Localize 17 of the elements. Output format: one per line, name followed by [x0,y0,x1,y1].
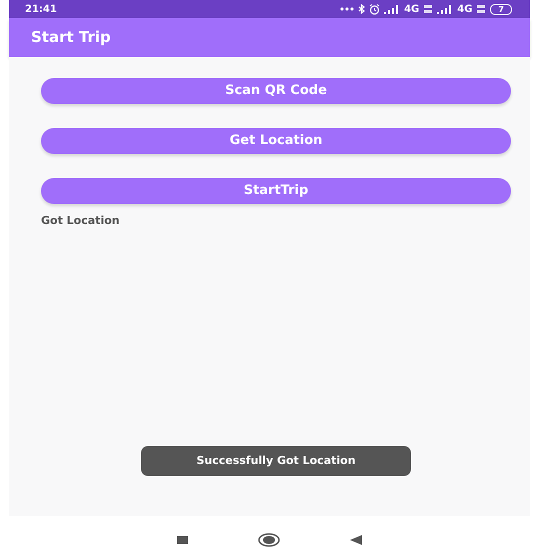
alarm-clock-icon [369,4,380,14]
toast-message: Successfully Got Location [141,446,411,476]
signal-icon [437,4,454,14]
signal-icon [384,4,400,14]
bluetooth-icon [358,4,366,14]
network-type: 4G [404,2,420,16]
more-dots-icon [340,7,354,11]
status-text: Got Location [41,213,120,229]
status-time: 21:41 [25,2,57,16]
action-button[interactable]: StartTrip [41,178,511,204]
app-bar-title: Start Trip [31,27,111,48]
action-button[interactable]: Get Location [41,128,511,154]
battery-level: 7 [490,4,512,14]
back-icon[interactable] [350,535,362,545]
network-type: 4G [457,2,472,16]
home-icon[interactable] [258,533,280,547]
action-button[interactable]: Scan QR Code [41,78,511,104]
